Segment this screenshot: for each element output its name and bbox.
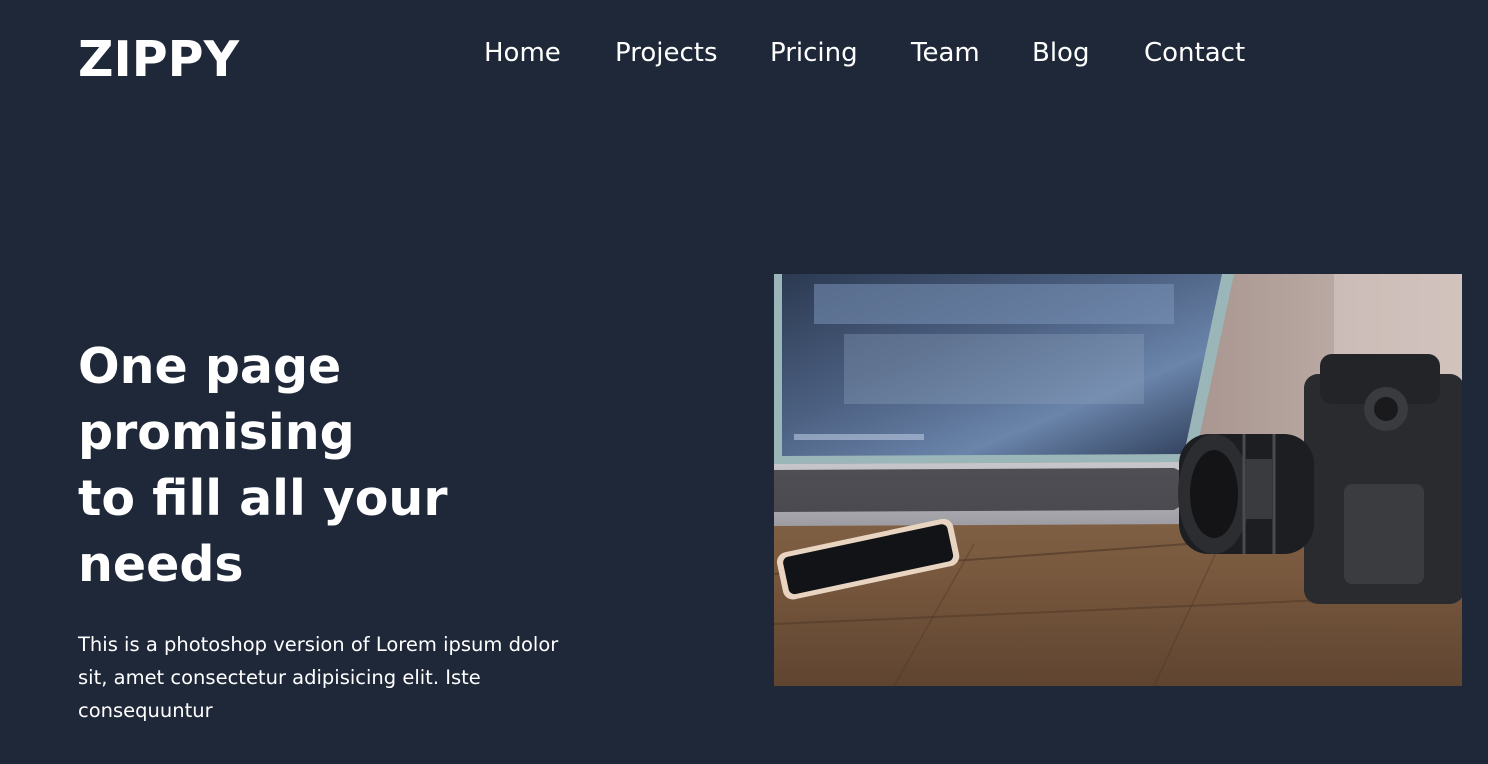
brand-logo[interactable]: ZIPPY xyxy=(78,30,239,90)
hero-description-line: sit, amet consectetur adipisicing elit. … xyxy=(78,666,481,689)
hero-image xyxy=(774,274,1462,686)
nav-item-projects[interactable]: Projects xyxy=(615,35,718,71)
hero-title-line: to fill all your xyxy=(78,470,448,527)
hero-title-line: needs xyxy=(78,536,244,593)
nav-item-team[interactable]: Team xyxy=(911,35,980,71)
nav-item-home[interactable]: Home xyxy=(484,35,561,71)
hero-description: This is a photoshop version of Lorem ips… xyxy=(78,628,578,727)
nav-item-contact[interactable]: Contact xyxy=(1144,35,1245,71)
landing-page: ZIPPY Home Projects Pricing Team Blog Co… xyxy=(0,0,1488,764)
hero-title-line: promising xyxy=(78,404,355,461)
hero-title-line: One page xyxy=(78,338,342,395)
hero-description-line: This is a photoshop version of Lorem ips… xyxy=(78,633,559,656)
nav-item-blog[interactable]: Blog xyxy=(1032,35,1089,71)
hero-title: One page promising to fill all your need… xyxy=(78,334,498,598)
nav-item-pricing[interactable]: Pricing xyxy=(770,35,858,71)
hero-description-line: consequuntur xyxy=(78,699,213,722)
